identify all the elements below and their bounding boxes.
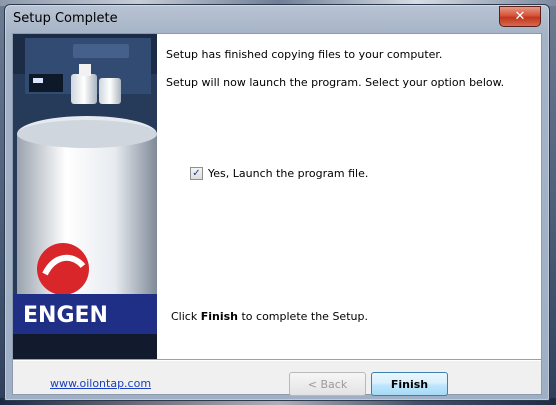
finish-instruction-bold: Finish [200, 310, 238, 323]
launch-program-checkbox[interactable]: ✓ [190, 167, 203, 180]
close-button[interactable]: ✕ [499, 6, 541, 27]
title-bar[interactable]: Setup Complete ✕ [5, 5, 549, 33]
check-icon: ✓ [192, 167, 201, 179]
content-pane: ENGEN Setup has finished copying files t… [13, 34, 541, 359]
dispenser-illustration: ENGEN [13, 34, 157, 359]
launch-program-option[interactable]: ✓ Yes, Launch the program file. [190, 167, 368, 180]
footer-divider [13, 359, 541, 361]
engen-logo-text: ENGEN [23, 303, 108, 328]
sidebar-image: ENGEN [13, 34, 157, 359]
finish-button[interactable]: Finish [371, 372, 448, 396]
setup-launch-text: Setup will now launch the program. Selec… [166, 76, 505, 89]
dialog-client-area: ENGEN Setup has finished copying files t… [12, 33, 542, 396]
setup-finished-text: Setup has finished copying files to your… [166, 48, 443, 61]
close-icon: ✕ [514, 9, 526, 24]
back-button[interactable]: < Back [289, 372, 366, 396]
finish-instruction-prefix: Click [171, 310, 201, 323]
website-link[interactable]: www.oilontap.com [50, 377, 151, 390]
launch-program-label: Yes, Launch the program file. [208, 167, 369, 180]
setup-dialog: Setup Complete ✕ ENGEN Setup has finishe… [4, 4, 550, 401]
finish-instruction-suffix: to complete the Setup. [237, 310, 368, 323]
finish-instruction: Click Finish to complete the Setup. [171, 310, 368, 323]
window-title: Setup Complete [13, 11, 118, 26]
